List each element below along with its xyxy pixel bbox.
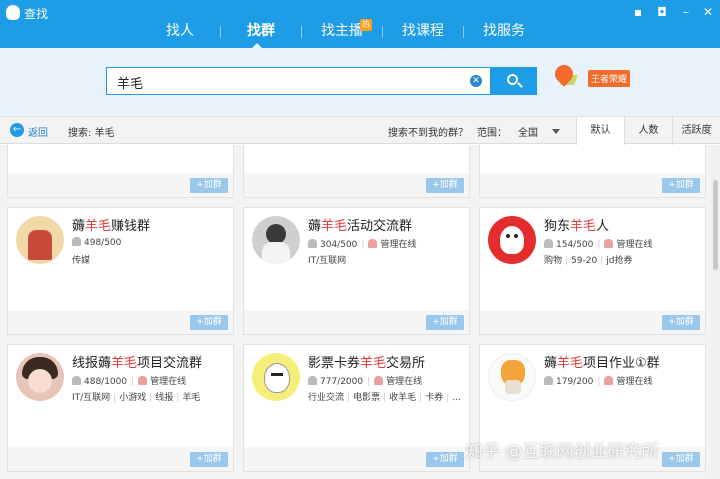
admin-icon: [374, 376, 384, 385]
admin-icon: [138, 376, 148, 385]
members-icon: [308, 376, 317, 385]
group-name: 薅羊毛项目作业①群: [544, 356, 660, 371]
group-meta: 179/200 | 管理在线: [544, 374, 652, 387]
members-icon: [72, 237, 81, 246]
group-name: 狗东羊毛人: [544, 219, 610, 234]
main-tabs: 找人 找群 找主播热 找课程 找服务: [140, 19, 600, 49]
group-meta: 777/2000 | 管理在线: [308, 374, 422, 387]
skin-icon[interactable]: ◘: [656, 6, 668, 18]
members-icon: [544, 239, 553, 248]
group-name: 影票卡券羊毛交易所: [308, 356, 426, 371]
close-icon[interactable]: ✕: [702, 6, 714, 18]
group-avatar: [16, 216, 64, 264]
scrollbar[interactable]: [711, 145, 720, 479]
watermark: 知乎 @互联网创业研究所: [466, 442, 659, 462]
group-card[interactable]: 狗东羊毛人 154/500 | 管理在线 购物 | 59-20 | jd抢券 +加群: [479, 207, 706, 335]
group-avatar: [252, 353, 300, 401]
tab-find-group[interactable]: 找群: [221, 20, 301, 49]
members-icon: [72, 376, 81, 385]
group-tags: IT/互联网: [308, 256, 347, 266]
tab-find-course[interactable]: 找课程: [383, 20, 463, 44]
back-arrow-icon[interactable]: ←: [10, 123, 24, 137]
range-select[interactable]: 全国: [518, 124, 538, 139]
group-avatar: [488, 216, 536, 264]
members-icon: [308, 239, 317, 248]
search-input-value: 羊毛: [117, 77, 144, 92]
join-group-button[interactable]: +加群: [662, 178, 700, 193]
group-card[interactable]: +加群: [479, 145, 706, 198]
group-avatar: [252, 216, 300, 264]
group-tags: IT/互联网 | 小游戏 | 线报 | 羊毛: [72, 393, 201, 403]
search-button[interactable]: [490, 67, 537, 95]
group-card[interactable]: 薅羊毛活动交流群 304/500 | 管理在线 IT/互联网 +加群: [243, 207, 470, 335]
group-meta: 154/500 | 管理在线: [544, 237, 652, 250]
group-meta: 304/500 | 管理在线: [308, 237, 416, 250]
admin-icon: [604, 239, 614, 248]
group-tags: 传媒: [72, 256, 91, 266]
group-name: 薅羊毛赚钱群: [72, 219, 151, 234]
group-card[interactable]: 薅羊毛赚钱群 498/500 传媒 +加群: [7, 207, 234, 335]
game-badge[interactable]: 王者荣耀: [588, 70, 631, 87]
filter-bar: ← 返回 搜索: 羊毛 搜索不到我的群？ 范围： 全国 默认 人数 活跃度: [0, 116, 720, 146]
group-card[interactable]: 2000 影票卡券羊毛交易所 777/2000|管理在线 行业交流|电影票|收羊…: [243, 344, 470, 472]
sort-activity[interactable]: 活跃度: [672, 117, 720, 145]
chevron-down-icon[interactable]: [552, 129, 560, 134]
sort-members[interactable]: 人数: [624, 117, 672, 145]
results-area: +加群 +加群 +加群 薅羊毛赚钱群 498/500 传媒 +加群 薅羊毛活动交…: [0, 145, 711, 479]
group-tags: 购物 | 59-20 | jd抢券: [544, 256, 633, 266]
join-group-button[interactable]: +加群: [426, 315, 464, 330]
message-icon[interactable]: ▪: [632, 6, 644, 18]
join-group-button[interactable]: +加群: [190, 452, 228, 467]
group-card[interactable]: +加群: [7, 145, 234, 198]
group-avatar: [488, 353, 536, 401]
not-found-link[interactable]: 搜索不到我的群？: [388, 124, 468, 139]
hot-badge: 热: [360, 19, 372, 31]
tab-find-service[interactable]: 找服务: [464, 20, 544, 44]
group-name: 线报薅羊毛项目交流群: [72, 356, 203, 371]
sort-default[interactable]: 默认: [576, 117, 624, 146]
group-meta: 498/500: [72, 237, 121, 248]
join-group-button[interactable]: +加群: [662, 315, 700, 330]
minimize-icon[interactable]: –: [680, 6, 692, 18]
admin-icon: [368, 239, 378, 248]
join-group-button[interactable]: +加群: [426, 452, 464, 467]
join-group-button[interactable]: +加群: [662, 452, 700, 467]
group-name: 薅羊毛活动交流群: [308, 219, 413, 234]
members-icon: [544, 376, 553, 385]
admin-icon: [604, 376, 614, 385]
scrollbar-thumb[interactable]: [713, 180, 718, 270]
search-summary: 搜索: 羊毛: [68, 128, 115, 139]
tab-find-streamer[interactable]: 找主播热: [302, 19, 382, 44]
tab-find-people[interactable]: 找人: [140, 20, 220, 44]
group-avatar: [16, 353, 64, 401]
group-tags: 行业交流 | 电影票 | 收羊毛 | 卡券 |...: [308, 393, 461, 403]
search-area: 羊毛 ✕ 王者荣耀: [0, 48, 720, 116]
join-group-button[interactable]: +加群: [190, 315, 228, 330]
clear-icon[interactable]: ✕: [470, 75, 482, 87]
qq-logo-icon: [6, 5, 20, 20]
group-card[interactable]: 1000 线报薅羊毛项目交流群 488/1000|管理在线 IT/互联网|小游戏…: [7, 344, 234, 472]
join-group-button[interactable]: +加群: [426, 178, 464, 193]
join-group-button[interactable]: +加群: [190, 178, 228, 193]
back-link[interactable]: 返回: [28, 124, 48, 139]
window-title: 查找: [24, 7, 49, 21]
range-label: 范围：: [477, 128, 507, 139]
group-card[interactable]: +加群: [243, 145, 470, 198]
search-input[interactable]: 羊毛 ✕: [106, 67, 491, 95]
group-meta: 488/1000 | 管理在线: [72, 374, 186, 387]
